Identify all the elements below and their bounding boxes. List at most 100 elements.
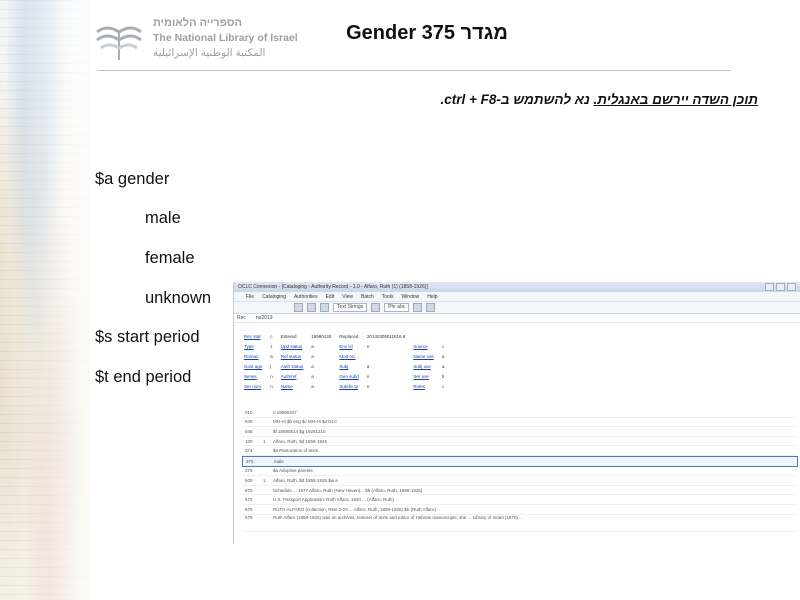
toolbar-button-icon[interactable] [413,303,423,312]
field-value[interactable]: MH-Hi $b eng $c MH-Hi $d DLC [273,419,337,424]
toolbar-button-icon[interactable] [320,303,329,312]
menu-window[interactable]: Window [401,294,419,300]
menu-authorities[interactable]: Authorities [294,294,318,300]
fixed-field-value[interactable]: c [438,382,449,392]
fixed-field-value[interactable]: n [363,382,409,392]
fixed-field-value[interactable]: a [307,372,335,382]
fixed-field-value[interactable]: a [307,382,335,392]
fixed-field-label[interactable]: Subj [335,362,363,372]
field-indicator[interactable]: 1 [263,478,273,483]
toolbar-button-icon[interactable] [371,303,381,312]
marc-field-row[interactable]: 678 Ruth Alfaro (1858-1926) was an archiv… [242,515,798,532]
marc-field-row[interactable]: 046 $f 18580514 $g 19261210 [242,427,798,437]
toolbar-button-icon[interactable] [426,303,436,312]
field-value[interactable]: U.S. Passport Application, Ruth Alfaro, … [273,497,394,502]
fixed-field-label[interactable]: Rules [409,382,438,392]
close-icon[interactable] [787,283,796,291]
maximize-icon[interactable] [776,283,785,291]
field-value[interactable]: male [274,459,284,464]
fixed-field-label[interactable]: Roman [240,352,266,362]
phrase-select[interactable]: Phr abc [384,303,410,312]
fixed-field-value[interactable]: b [438,372,449,382]
fixed-field-label[interactable]: Govt agn [240,362,266,372]
field-value[interactable]: Alfaro, Ruth, $d 1858-1926 $w a [273,478,338,483]
menu-batch[interactable]: Batch [361,294,374,300]
fixed-field-label[interactable]: Ser num [240,382,266,392]
text-strings-select[interactable]: Text Strings [333,303,368,312]
field-tag[interactable]: 670 [242,507,263,512]
fixed-field-value[interactable]: a [266,352,277,362]
field-tag[interactable]: 046 [242,429,263,434]
fixed-field-label[interactable]: Rec stat [240,332,266,342]
fixed-field-value[interactable]: a [307,352,335,362]
fixed-field-label[interactable]: Name [277,382,308,392]
marc-field-row[interactable]: 010 n 19990427 [242,408,798,418]
fixed-field-value[interactable]: n [266,372,277,382]
field-value[interactable]: n 19990427 [273,410,297,415]
fixed-field-value[interactable]: n [363,342,409,352]
fixed-field-label[interactable]: Subj use [409,362,438,372]
field-value[interactable]: RUTH ALFARO (collection, Reel 1-23 ... A… [273,507,436,512]
marc-field-row[interactable]: 040 MH-Hi $b eng $c MH-Hi $d DLC [242,418,798,428]
fixed-field-value[interactable]: n [266,382,277,392]
field-value[interactable]: $a Restoration of texts [273,448,318,453]
field-value[interactable]: $a Adoptive parents [273,468,313,473]
fixed-field-label[interactable]: Auth/ref [277,372,308,382]
toolbar-button-icon[interactable] [294,303,303,312]
fixed-field-label[interactable]: Type [240,342,266,352]
field-tag[interactable]: 100 [242,439,263,444]
menu-tools[interactable]: Tools [382,294,394,300]
menu-cataloging[interactable]: Cataloging [262,294,286,300]
field-tag[interactable]: 678 [242,515,263,520]
field-tag[interactable]: 374 [242,448,263,453]
field-value[interactable]: Alfaro, Ruth, $d 1858-1926 [273,439,327,444]
fixed-field-value[interactable]: a [307,342,335,352]
fixed-field-label[interactable]: Subdiv tp [335,382,363,392]
field-tag[interactable]: 670 [242,497,263,502]
marc-field-row[interactable]: 376 $a Adoptive parents [242,467,798,477]
marc-field-row[interactable]: 374 $a Restoration of texts [242,446,798,456]
fixed-field-value[interactable]: n [363,372,409,382]
fixed-field-value[interactable]: a [363,362,409,372]
menu-edit[interactable]: Edit [326,294,335,300]
minimize-icon[interactable] [765,283,774,291]
field-indicator[interactable]: 1 [263,439,273,444]
fixed-field-value[interactable]: a [438,362,449,372]
fixed-field-label[interactable]: Mod rec [335,352,363,362]
fixed-field-label[interactable]: Ref status [277,352,308,362]
fixed-field-label[interactable]: Geo subd [335,372,363,382]
fixed-field-value[interactable]: c [266,332,277,342]
marc-field-row[interactable]: 100 1 Alfaro, Ruth, $d 1858-1926 [242,437,798,447]
field-tag[interactable]: 376 [242,468,263,473]
field-value[interactable]: Ruth Alfaro (1858-1926) was an archivist… [273,515,523,521]
field-value[interactable]: $f 18580514 $g 19261210 [273,429,326,434]
field-tag[interactable]: 375 [243,459,264,464]
marc-field-row[interactable]: 670 RUTH ALFARO (collection, Reel 1-23 ..… [242,505,798,515]
fixed-field-value[interactable]: z [266,342,277,352]
fixed-field-label[interactable]: Ser use [409,372,438,382]
toolbar-button-icon[interactable] [307,303,316,312]
field-tag[interactable]: 670 [242,488,263,493]
fixed-field-label[interactable]: Enc lvl [335,342,363,352]
marc-field-row-375-active[interactable]: 375 male [242,455,798,467]
menu-view[interactable]: View [342,294,353,300]
field-tag[interactable]: 040 [242,419,263,424]
fixed-field-value[interactable]: | [266,362,277,372]
fixed-field-value[interactable]: c [438,342,449,352]
fixed-field-label[interactable]: Series [240,372,266,382]
fixed-field-label[interactable]: Auth status [277,362,308,372]
marc-field-row[interactable]: 670 U.S. Passport Application, Ruth Alfar… [242,495,798,505]
marc-field-row[interactable]: 500 1 Alfaro, Ruth, $d 1858-1926 $w a [242,476,798,486]
menu-file[interactable]: File [246,294,254,300]
field-tag[interactable]: 010 [242,410,263,415]
fixed-field-value[interactable]: a [307,362,335,372]
field-value[interactable]: Schedule ... 1877 Alfaro, Ruth (New Have… [273,488,422,493]
fixed-field-label[interactable]: Upd status [277,342,308,352]
fixed-field-value[interactable]: a [438,352,449,362]
marc-field-row[interactable]: 670 Schedule ... 1877 Alfaro, Ruth (New H… [242,486,798,496]
menu-help[interactable]: Help [427,294,437,300]
fixed-field-label[interactable]: Name use [409,352,438,362]
fixed-field-label[interactable]: Source [409,342,438,352]
field-tag[interactable]: 500 [242,478,263,483]
fixed-field-value[interactable] [363,352,409,362]
